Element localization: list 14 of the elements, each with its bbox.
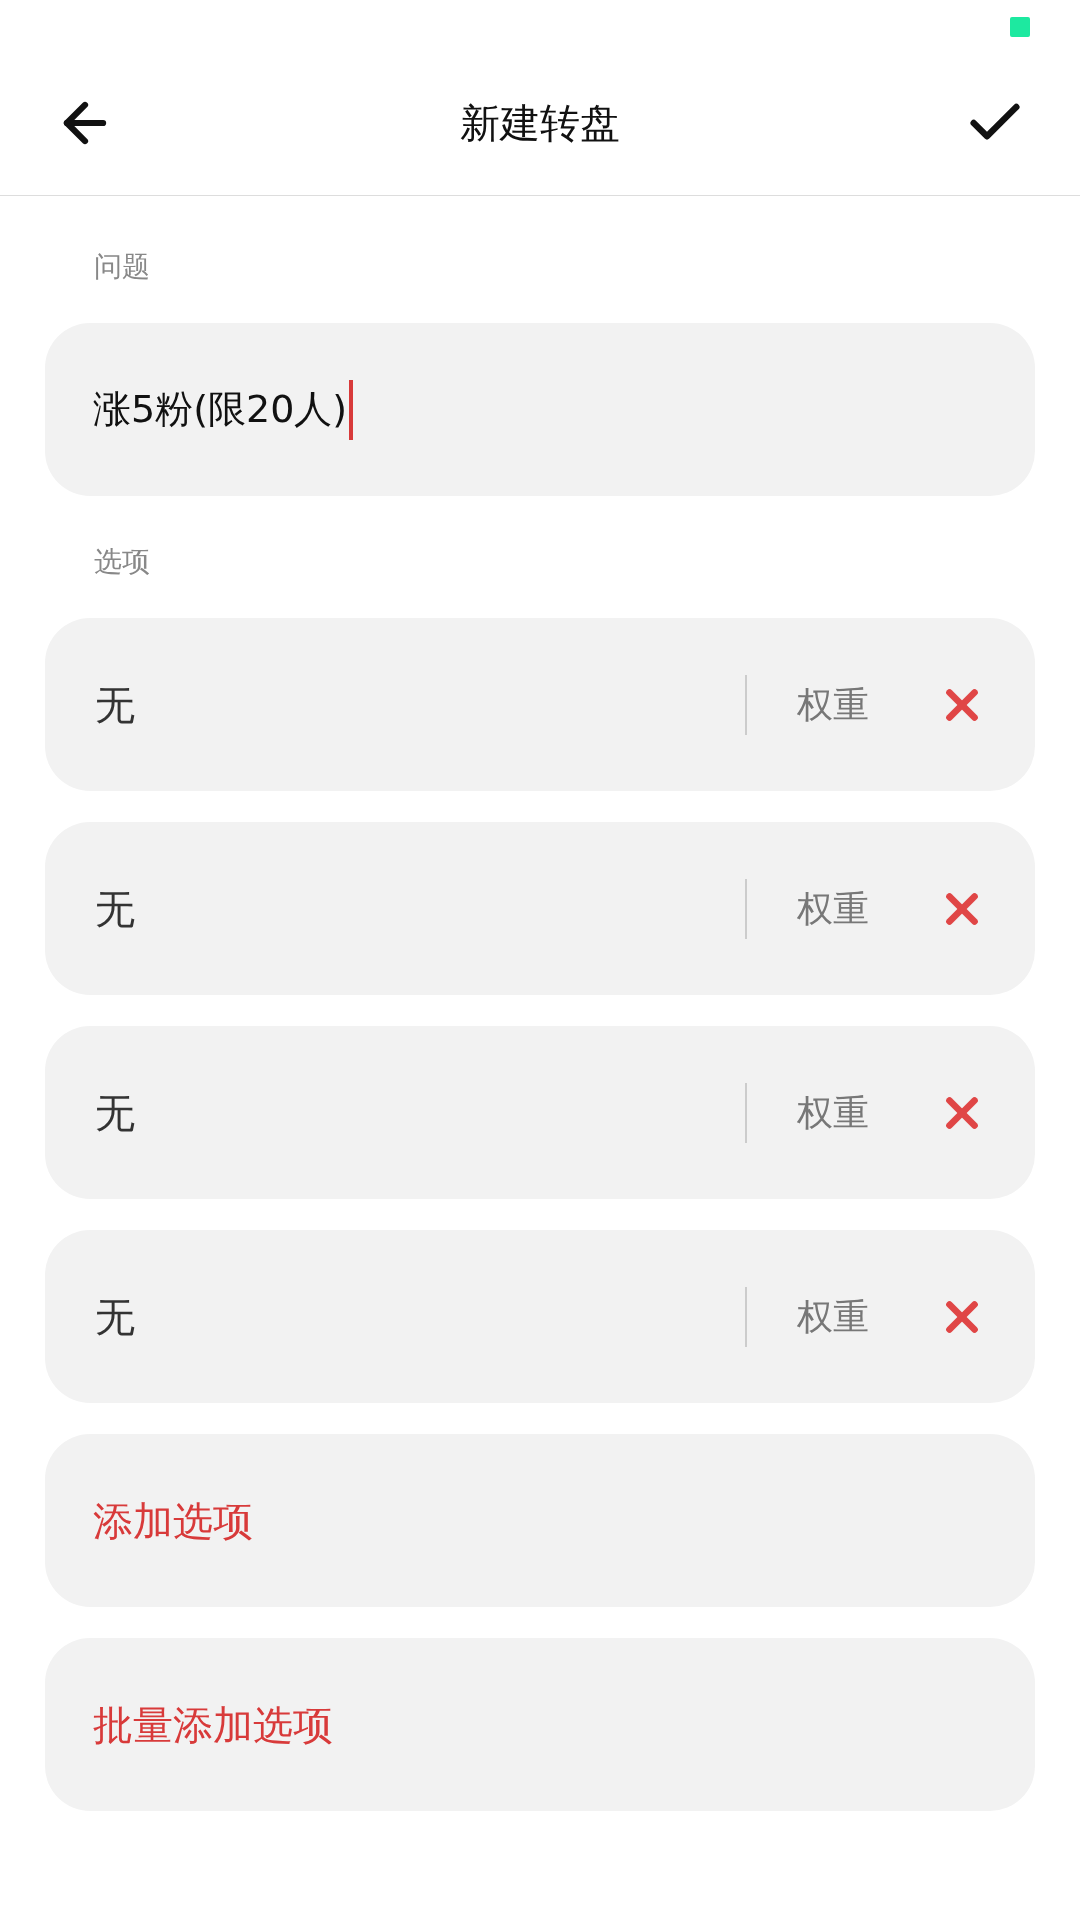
- option-field[interactable]: 无: [95, 674, 745, 735]
- weight-field[interactable]: 权重: [797, 1289, 917, 1344]
- option-field[interactable]: 无: [95, 1286, 745, 1347]
- section-label: 选项: [94, 544, 150, 580]
- option-field[interactable]: 无: [95, 1082, 745, 1143]
- weight-field[interactable]: 权重: [797, 677, 917, 732]
- weight-field[interactable]: 权重: [797, 1085, 917, 1140]
- add-option-button[interactable]: 批量添加选项: [45, 1638, 1035, 1811]
- section-label: 问题: [94, 249, 150, 285]
- page-title: 新建转盘: [460, 98, 620, 148]
- weight-field[interactable]: 权重: [797, 881, 917, 936]
- option-field[interactable]: 无: [95, 878, 745, 939]
- question-field[interactable]: 涨5粉(限20人): [45, 323, 1035, 496]
- add-option-button[interactable]: 添加选项: [45, 1434, 1035, 1607]
